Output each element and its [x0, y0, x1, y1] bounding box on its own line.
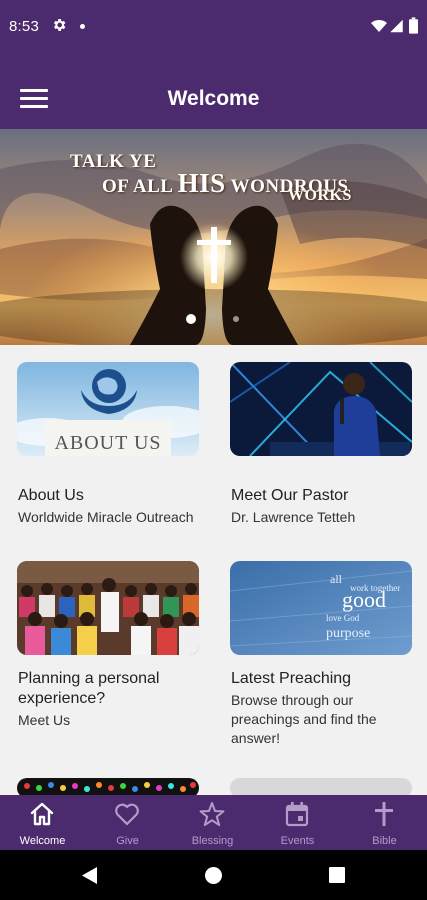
card-subtitle: Browse through our preachings and find t…: [231, 692, 377, 746]
nav-label: Bible: [372, 835, 397, 847]
svg-text:good: good: [342, 587, 386, 612]
card-partial-1[interactable]: [17, 778, 199, 795]
app-bar: Welcome: [0, 56, 427, 129]
card-subtitle: Meet Us: [18, 712, 71, 728]
status-time: 8:53: [9, 18, 39, 35]
card-subtitle: Dr. Lawrence Tetteh: [231, 509, 356, 525]
svg-text:purpose: purpose: [326, 626, 370, 641]
card-partial-2[interactable]: [230, 778, 412, 795]
carousel-dot-active[interactable]: [186, 314, 196, 324]
congregation-image: [17, 561, 199, 655]
pastor-image: [230, 362, 412, 456]
nav-item-welcome[interactable]: Welcome: [0, 795, 85, 850]
signal-icon: [390, 19, 403, 33]
nav-item-blessing[interactable]: Blessing: [170, 795, 255, 850]
card-partial-image: [17, 778, 199, 795]
banner-image: [0, 129, 427, 345]
notification-dot-icon: [80, 24, 85, 29]
carousel-dot[interactable]: [233, 316, 239, 322]
preaching-image: all work together good love God purpose: [230, 561, 412, 655]
recent-apps-icon[interactable]: [329, 867, 345, 883]
system-navigation-bar: [0, 850, 427, 900]
page-title: Welcome: [167, 87, 260, 110]
nav-item-events[interactable]: Events: [255, 795, 340, 850]
star-icon: [199, 802, 225, 826]
back-icon[interactable]: [82, 867, 98, 884]
card-meet-pastor[interactable]: Meet Our Pastor Dr. Lawrence Tetteh: [230, 362, 412, 552]
cross-icon: [375, 802, 393, 826]
content-grid: ABOUT US About Us Worldwide Miracle Outr…: [0, 345, 427, 795]
about-us-image: ABOUT US: [17, 362, 199, 456]
card-partial-image: [230, 778, 412, 795]
gear-icon: [54, 19, 66, 31]
card-latest-preaching[interactable]: all work together good love God purpose …: [230, 561, 412, 761]
nav-item-bible[interactable]: Bible: [342, 795, 427, 850]
calendar-icon: [285, 802, 309, 827]
heart-icon: [115, 803, 139, 826]
nav-label: Events: [280, 835, 315, 847]
hero-banner[interactable]: TALK YE OF ALL HIS WONDROUS WORKS: [0, 129, 427, 345]
card-title: Meet Our Pastor: [231, 487, 349, 504]
svg-text:all: all: [330, 572, 343, 586]
card-title: Latest Preaching: [231, 670, 352, 687]
bottom-navigation: Welcome Give Blessing Events Bible: [0, 795, 427, 850]
svg-text:ABOUT US: ABOUT US: [54, 432, 161, 454]
wifi-icon: [371, 20, 387, 32]
home-icon: [30, 802, 54, 826]
status-bar: 8:53: [0, 0, 427, 56]
battery-icon: [409, 17, 418, 34]
svg-text:love God: love God: [326, 613, 360, 623]
card-subtitle: Worldwide Miracle Outreach: [18, 509, 194, 525]
nav-label: Blessing: [191, 835, 234, 847]
banner-line-3: WORKS: [288, 187, 352, 204]
card-title: Planning a personal experience?: [18, 670, 160, 707]
card-title: About Us: [18, 487, 84, 504]
nav-item-give[interactable]: Give: [85, 795, 170, 850]
card-about-us[interactable]: ABOUT US About Us Worldwide Miracle Outr…: [17, 362, 199, 552]
nav-label: Give: [116, 835, 139, 847]
card-personal-experience[interactable]: Planning a personal experience? Meet Us: [17, 561, 199, 761]
nav-label: Welcome: [19, 835, 66, 847]
home-button-icon[interactable]: [205, 867, 222, 884]
